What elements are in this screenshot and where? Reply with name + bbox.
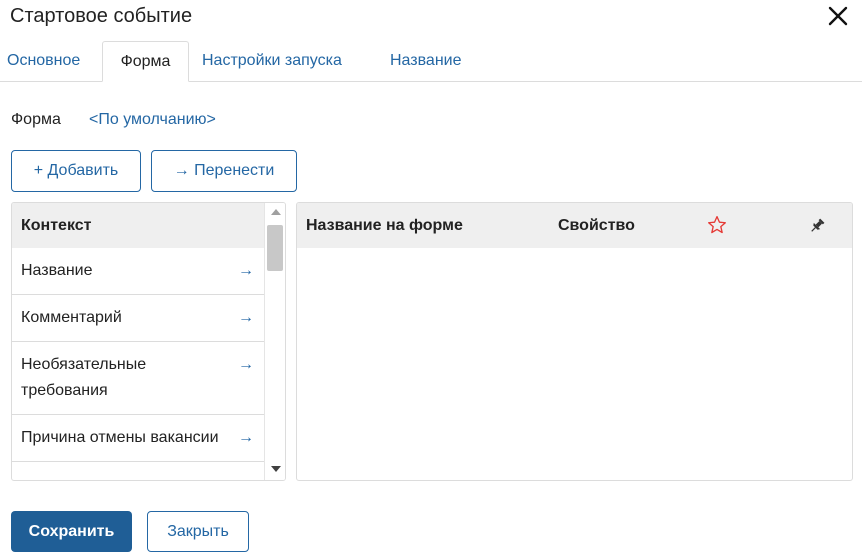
arrow-right-icon[interactable]: → (238, 305, 254, 331)
close-button[interactable]: Закрыть (147, 511, 249, 552)
tab-form[interactable]: Форма (102, 41, 189, 82)
context-header: Контекст (12, 203, 264, 248)
form-label: Форма (11, 111, 61, 128)
tab-launch-settings[interactable]: Настройки запуска (202, 41, 342, 82)
pin-icon[interactable] (808, 217, 826, 235)
list-item-label: Необязательные требования (21, 356, 147, 399)
form-fields-panel: Название на форме Свойство (296, 202, 853, 481)
column-header-name: Название на форме (306, 217, 463, 234)
arrow-right-icon[interactable]: → (238, 425, 254, 451)
list-item[interactable]: Комментарий → (12, 295, 264, 342)
form-fields-header: Название на форме Свойство (297, 203, 852, 248)
close-icon[interactable] (826, 4, 850, 28)
list-item-label: Причина отмены вакансии (21, 429, 219, 446)
tab-main[interactable]: Основное (7, 41, 80, 82)
context-list: Название → Комментарий → Необязательные … (12, 248, 264, 462)
dialog-title: Стартовое событие (10, 5, 193, 27)
list-item[interactable]: Причина отмены вакансии → (12, 415, 264, 462)
tab-name[interactable]: Название (390, 41, 462, 82)
list-item[interactable]: Необязательные требования → (12, 342, 264, 415)
arrow-right-icon[interactable]: → (238, 258, 254, 284)
scroll-thumb[interactable] (267, 225, 283, 271)
context-panel: Контекст Название → Комментарий → Необяз… (11, 202, 286, 481)
add-button[interactable]: + Добавить (11, 150, 141, 192)
list-item-label: Название (21, 262, 93, 279)
star-icon[interactable] (707, 215, 727, 235)
list-item-label: Комментарий (21, 309, 122, 326)
scrollbar[interactable] (264, 203, 285, 480)
arrow-right-icon[interactable]: → (238, 352, 254, 378)
list-item[interactable]: Название → (12, 248, 264, 295)
form-default-link[interactable]: <По умолчанию> (89, 111, 216, 129)
scroll-up-icon[interactable] (271, 209, 281, 215)
save-button[interactable]: Сохранить (11, 511, 132, 552)
move-button[interactable]: → Перенести (151, 150, 297, 192)
column-header-property: Свойство (558, 217, 635, 234)
tab-bar: Основное Форма Настройки запуска Названи… (0, 41, 862, 82)
scroll-down-icon[interactable] (271, 466, 281, 472)
